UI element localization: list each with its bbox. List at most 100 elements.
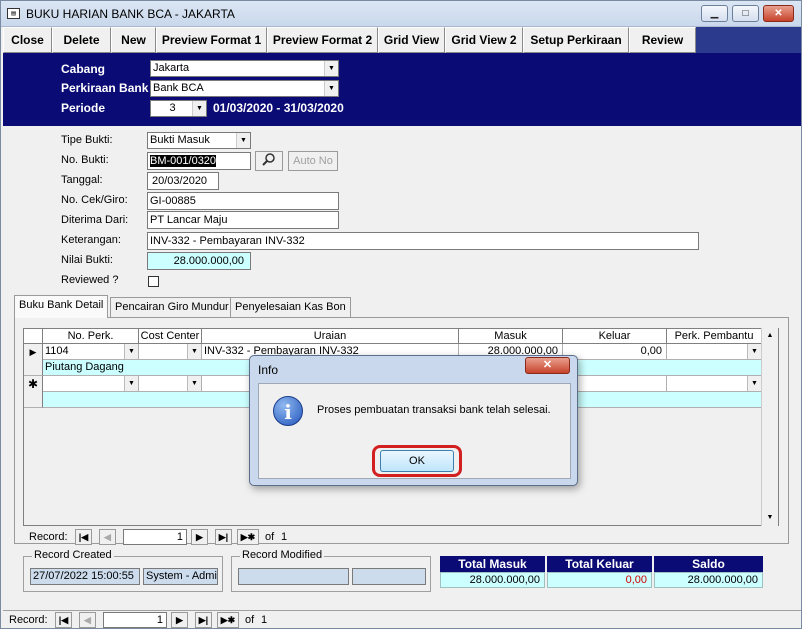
periode-label: Periode: [61, 101, 106, 115]
grid-record-input[interactable]: 1: [123, 529, 187, 545]
cabang-select[interactable]: Jakarta ▼: [150, 60, 339, 77]
chevron-down-icon[interactable]: ▼: [747, 376, 761, 391]
chevron-down-icon[interactable]: ▼: [187, 344, 201, 359]
no-cek-label: No. Cek/Giro:: [61, 194, 128, 206]
chevron-down-icon[interactable]: ▼: [324, 61, 338, 76]
next-record-icon[interactable]: ▶: [171, 612, 188, 628]
record-modified-user: [352, 568, 426, 585]
no-bukti-label: No. Bukti:: [61, 154, 109, 166]
total-masuk-label: Total Masuk: [440, 556, 545, 572]
form-record-input[interactable]: 1: [103, 612, 167, 628]
total-masuk-value: 28.000.000,00: [440, 572, 545, 588]
row-selector-current[interactable]: ▶: [24, 344, 43, 376]
table-row-no-perk[interactable]: 1104 ▼: [43, 344, 139, 360]
chevron-down-icon[interactable]: ▼: [187, 376, 201, 391]
column-uraian[interactable]: Uraian: [202, 329, 459, 344]
new-row-no-perk[interactable]: ▼: [43, 376, 139, 392]
delete-button[interactable]: Delete: [52, 27, 111, 53]
chevron-down-icon[interactable]: ▼: [124, 344, 138, 359]
new-row-perk-pembantu[interactable]: ▼: [667, 376, 762, 392]
maximize-button[interactable]: □: [732, 5, 759, 22]
reviewed-label: Reviewed ?: [61, 274, 119, 286]
tipe-bukti-value: Bukti Masuk: [150, 134, 210, 146]
grid-record-label: Record:: [29, 531, 68, 543]
periode-value: 3: [169, 102, 176, 114]
new-button[interactable]: New: [111, 27, 156, 53]
column-cost-center[interactable]: Cost Center: [139, 329, 202, 344]
reviewed-checkbox[interactable]: [148, 276, 159, 287]
new-record-icon[interactable]: ▶✱: [217, 612, 239, 628]
grid-view-2-button[interactable]: Grid View 2: [445, 27, 523, 53]
last-record-icon[interactable]: ▶|: [215, 529, 232, 545]
prev-record-icon[interactable]: ◀: [79, 612, 96, 628]
grid-corner: [24, 329, 43, 344]
new-row-cost-center[interactable]: ▼: [139, 376, 202, 392]
form-record-navigator: Record: |◀ ◀ 1 ▶ ▶| ▶✱ of 1: [9, 612, 309, 629]
tab-buku-bank-detail[interactable]: Buku Bank Detail: [14, 295, 109, 318]
record-created-date: 27/07/2022 15:00:55: [30, 568, 140, 585]
table-row-keluar[interactable]: 0,00: [563, 344, 667, 360]
preview-format-2-button[interactable]: Preview Format 2: [267, 27, 378, 53]
keterangan-label: Keterangan:: [61, 234, 121, 246]
chevron-down-icon[interactable]: ▼: [192, 101, 206, 116]
nilai-bukti-field[interactable]: 28.000.000,00: [147, 252, 251, 270]
chevron-down-icon[interactable]: ▼: [747, 344, 761, 359]
periode-select[interactable]: 3 ▼: [150, 100, 207, 117]
scroll-down-icon[interactable]: ▼: [762, 510, 778, 525]
search-icon: [262, 153, 275, 166]
no-bukti-field[interactable]: BM-001/0320: [147, 152, 251, 170]
cabang-value: Jakarta: [153, 62, 190, 74]
status-bar: Record: |◀ ◀ 1 ▶ ▶| ▶✱ of 1: [3, 610, 801, 628]
column-perk-pembantu[interactable]: Perk. Pembantu: [667, 329, 762, 344]
column-keluar[interactable]: Keluar: [563, 329, 667, 344]
tipe-bukti-select[interactable]: Bukti Masuk ▼: [147, 132, 251, 149]
column-masuk[interactable]: Masuk: [459, 329, 563, 344]
diterima-dari-field[interactable]: PT Lancar Maju: [147, 211, 339, 229]
no-perk-value: 1104: [45, 345, 69, 357]
tab-penyelesaian-kas-bon[interactable]: Penyelesaian Kas Bon: [230, 297, 351, 317]
prev-record-icon[interactable]: ◀: [99, 529, 116, 545]
chevron-down-icon[interactable]: ▼: [324, 81, 338, 96]
first-record-icon[interactable]: |◀: [55, 612, 72, 628]
saldo-value: 28.000.000,00: [654, 572, 763, 588]
new-record-icon[interactable]: ▶✱: [237, 529, 259, 545]
tanggal-label: Tanggal:: [61, 174, 103, 186]
new-row-icon[interactable]: ✱: [24, 376, 43, 408]
dialog-close-button[interactable]: ✕: [525, 357, 570, 374]
auto-no-button[interactable]: Auto No: [288, 151, 338, 171]
record-created-title: Record Created: [32, 549, 114, 561]
table-row-cost-center[interactable]: ▼: [139, 344, 202, 360]
column-no-perk[interactable]: No. Perk.: [43, 329, 139, 344]
tanggal-field[interactable]: 20/03/2020: [147, 172, 219, 190]
record-created-group: Record Created 27/07/2022 15:00:55 Syste…: [23, 549, 223, 592]
grid-view-button[interactable]: Grid View: [378, 27, 445, 53]
perkiraan-bank-select[interactable]: Bank BCA ▼: [150, 80, 339, 97]
new-row-keluar[interactable]: [563, 376, 667, 392]
toolbar: Close Delete New Preview Format 1 Previe…: [3, 27, 801, 53]
scroll-up-icon[interactable]: ▲: [762, 328, 778, 343]
perkiraan-bank-value: Bank BCA: [153, 82, 204, 94]
chevron-down-icon[interactable]: ▼: [124, 376, 138, 391]
setup-perkiraan-button[interactable]: Setup Perkiraan: [523, 27, 629, 53]
no-cek-field[interactable]: GI-00885: [147, 192, 339, 210]
keterangan-field[interactable]: INV-332 - Pembayaran INV-332: [147, 232, 699, 250]
preview-format-1-button[interactable]: Preview Format 1: [156, 27, 267, 53]
ok-button[interactable]: OK: [380, 450, 454, 472]
review-button[interactable]: Review: [629, 27, 696, 53]
table-row-perk-pembantu[interactable]: ▼: [667, 344, 762, 360]
tab-pencairan-giro-mundur[interactable]: Pencairan Giro Mundur: [110, 297, 234, 317]
total-keluar-label: Total Keluar: [547, 556, 652, 572]
main-window: ▤ BUKU HARIAN BANK BCA - JAKARTA ▁ □ ✕ C…: [0, 0, 802, 629]
close-window-button[interactable]: ✕: [763, 5, 794, 22]
grid-scrollbar[interactable]: ▲ ▼: [761, 328, 778, 526]
last-record-icon[interactable]: ▶|: [195, 612, 212, 628]
dialog-title: Info: [258, 363, 279, 377]
first-record-icon[interactable]: |◀: [75, 529, 92, 545]
grid-record-total: 1: [281, 531, 288, 543]
chevron-down-icon[interactable]: ▼: [236, 133, 250, 148]
close-button[interactable]: Close: [3, 27, 52, 53]
search-button[interactable]: [255, 151, 283, 171]
record-created-user: System - Admi: [143, 568, 218, 585]
minimize-button[interactable]: ▁: [701, 5, 728, 22]
next-record-icon[interactable]: ▶: [191, 529, 208, 545]
